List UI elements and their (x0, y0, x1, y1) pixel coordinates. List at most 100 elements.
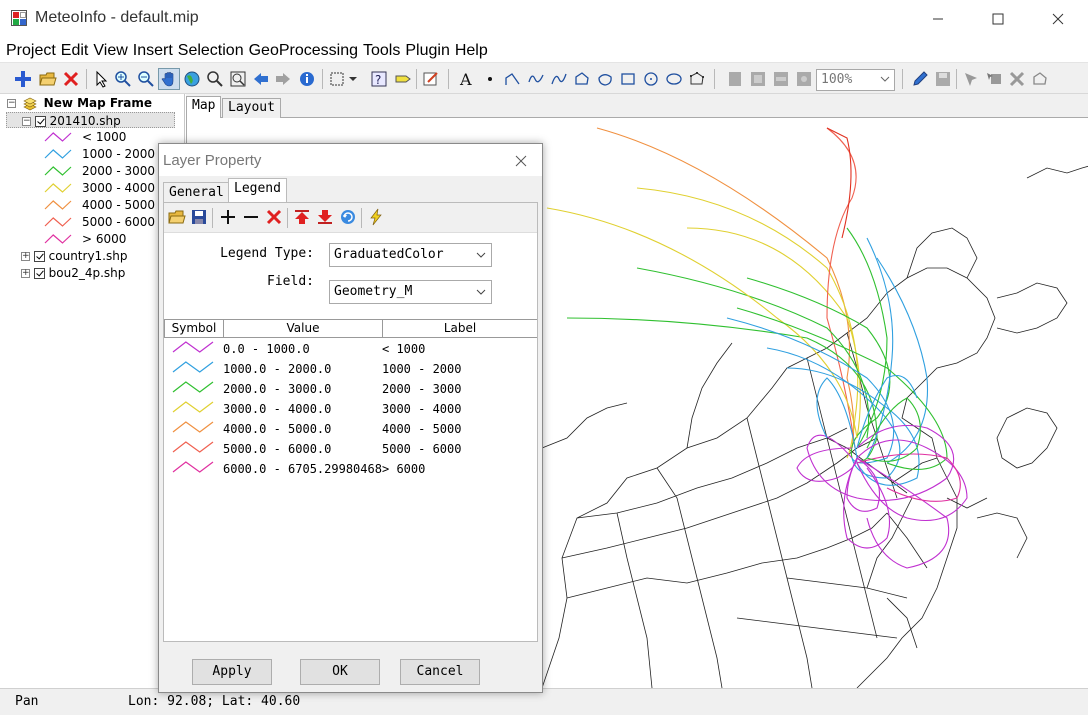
maximize-button[interactable] (975, 0, 1021, 38)
open-legend-button[interactable] (167, 207, 187, 227)
remove-layer-button[interactable] (60, 68, 82, 90)
legend-type-select[interactable]: GraduatedColor (329, 243, 492, 267)
full-extent-button[interactable] (181, 68, 203, 90)
tab-layout[interactable]: Layout (222, 98, 281, 119)
remove-all-breaks-button[interactable] (264, 207, 284, 227)
table-row[interactable]: 2000.0 - 3000.0 2000 - 3000 (164, 379, 537, 399)
symbol-cell[interactable] (172, 340, 214, 359)
tab-legend[interactable]: Legend (228, 178, 287, 203)
label-cell[interactable]: 5000 - 6000 (382, 442, 461, 456)
info-button[interactable] (296, 68, 318, 90)
minimize-button[interactable] (915, 0, 961, 38)
add-layer-button[interactable] (12, 68, 34, 90)
select-features-button[interactable] (326, 68, 348, 90)
ellipse-tool-button[interactable] (663, 68, 685, 90)
value-cell[interactable]: 6000.0 - 6705.29980468 (223, 462, 382, 476)
open-button[interactable] (37, 68, 59, 90)
tab-general[interactable]: General (163, 182, 230, 204)
value-cell[interactable]: 0.0 - 1000.0 (223, 342, 310, 356)
table-row[interactable]: 6000.0 - 6705.29980468 > 6000 (164, 459, 537, 479)
table-row[interactable]: 0.0 - 1000.0 < 1000 (164, 339, 537, 359)
zoom-layer-button[interactable] (227, 68, 249, 90)
label-button[interactable] (392, 68, 414, 90)
collapse-toggle[interactable]: − (22, 117, 31, 126)
freehand-polygon-button[interactable] (594, 68, 616, 90)
remove-break-button[interactable] (241, 207, 261, 227)
zoom-out-button[interactable] (135, 68, 157, 90)
select-dropdown-button[interactable] (346, 68, 360, 90)
help-button[interactable]: ? (368, 68, 390, 90)
freehand-tool-button[interactable] (525, 68, 547, 90)
save-edits-button[interactable] (932, 68, 954, 90)
close-button[interactable] (1035, 0, 1081, 38)
dialog-close-button[interactable] (507, 150, 535, 172)
layer-row-201410[interactable]: − 201410.shp (6, 112, 175, 128)
legend-item[interactable]: 5000 - 6000 (44, 214, 155, 230)
move-feature-button[interactable] (983, 68, 1005, 90)
expand-toggle[interactable]: + (21, 269, 30, 278)
layer-row-country1[interactable]: + country1.shp (21, 248, 127, 264)
select-feature-button[interactable] (960, 68, 982, 90)
identify-zoom-button[interactable] (204, 68, 226, 90)
label-cell[interactable]: 1000 - 2000 (382, 362, 461, 376)
column-header-symbol[interactable]: Symbol (164, 319, 224, 338)
cancel-button[interactable]: Cancel (400, 659, 480, 685)
table-row[interactable]: 3000.0 - 4000.0 3000 - 4000 (164, 399, 537, 419)
menu-tools[interactable]: Tools (362, 38, 403, 62)
label-cell[interactable]: 2000 - 3000 (382, 382, 461, 396)
column-header-value[interactable]: Value (223, 319, 383, 338)
layer-visible-checkbox[interactable] (33, 251, 45, 262)
symbol-cell[interactable] (172, 440, 214, 459)
symbol-cell[interactable] (172, 360, 214, 379)
layout-button-2[interactable] (747, 68, 769, 90)
point-tool-button[interactable] (479, 68, 501, 90)
menu-insert[interactable]: Insert (132, 38, 176, 62)
column-header-label[interactable]: Label (382, 319, 537, 338)
select-button[interactable] (90, 68, 112, 90)
menu-help[interactable]: Help (454, 38, 491, 62)
polygon-tool-button[interactable] (571, 68, 593, 90)
symbol-cell[interactable] (172, 380, 214, 399)
symbol-cell[interactable] (172, 460, 214, 479)
symbol-cell[interactable] (172, 420, 214, 439)
table-row[interactable]: 1000.0 - 2000.0 1000 - 2000 (164, 359, 537, 379)
apply-button[interactable]: Apply (192, 659, 272, 685)
line-tool-button[interactable] (502, 68, 524, 90)
layer-row-bou2[interactable]: + bou2_4p.shp (21, 265, 125, 281)
layer-visible-checkbox[interactable] (34, 116, 46, 127)
refresh-button[interactable] (338, 207, 358, 227)
legend-item[interactable]: < 1000 (44, 129, 126, 145)
move-down-button[interactable] (315, 207, 335, 227)
apply-legend-button[interactable] (366, 207, 386, 227)
reshape-feature-button[interactable] (1029, 68, 1051, 90)
menu-project[interactable]: Project (5, 38, 59, 62)
edit-pencil-button[interactable] (909, 68, 931, 90)
delete-feature-button[interactable] (1006, 68, 1028, 90)
edit-button[interactable] (420, 68, 442, 90)
layer-visible-checkbox[interactable] (33, 268, 45, 279)
map-frame-node[interactable]: − New Map Frame (7, 95, 152, 111)
rectangle-tool-button[interactable] (617, 68, 639, 90)
value-cell[interactable]: 2000.0 - 3000.0 (223, 382, 331, 396)
forward-button[interactable] (272, 68, 294, 90)
menu-selection[interactable]: Selection (177, 38, 247, 62)
ok-button[interactable]: OK (300, 659, 380, 685)
zoom-in-button[interactable] (112, 68, 134, 90)
expand-toggle[interactable]: + (21, 252, 30, 261)
layout-button-1[interactable] (724, 68, 746, 90)
table-row[interactable]: 4000.0 - 5000.0 4000 - 5000 (164, 419, 537, 439)
value-cell[interactable]: 5000.0 - 6000.0 (223, 442, 331, 456)
legend-item[interactable]: 2000 - 3000 (44, 163, 155, 179)
pan-button[interactable] (158, 68, 180, 90)
legend-item[interactable]: 1000 - 2000 (44, 146, 155, 162)
table-row[interactable]: 5000.0 - 6000.0 5000 - 6000 (164, 439, 537, 459)
save-legend-button[interactable] (189, 207, 209, 227)
add-break-button[interactable] (218, 207, 238, 227)
zoom-select[interactable]: 100% (816, 69, 895, 91)
value-cell[interactable]: 3000.0 - 4000.0 (223, 402, 331, 416)
legend-item[interactable]: > 6000 (44, 231, 126, 247)
menu-edit[interactable]: Edit (60, 38, 92, 62)
field-select[interactable]: Geometry_M (329, 280, 492, 304)
menu-view[interactable]: View (92, 38, 130, 62)
circle-tool-button[interactable] (640, 68, 662, 90)
